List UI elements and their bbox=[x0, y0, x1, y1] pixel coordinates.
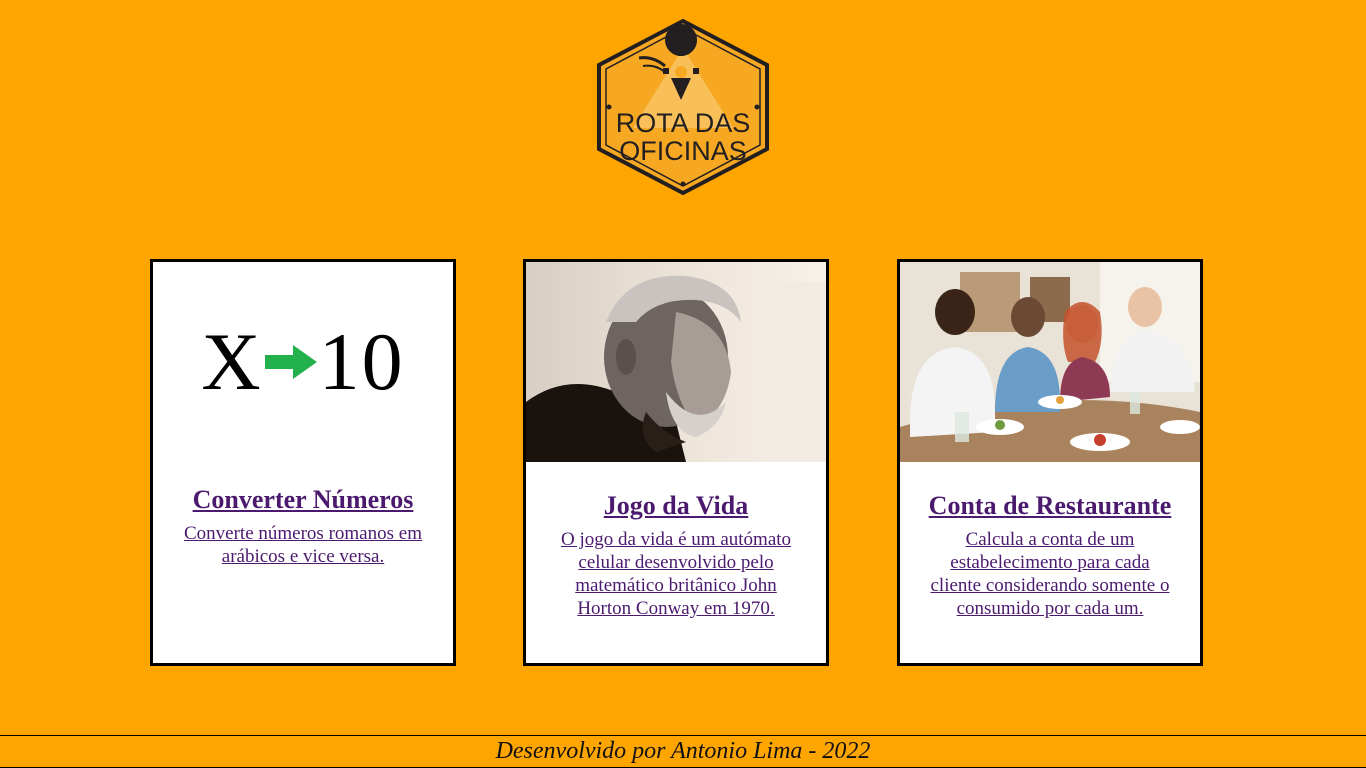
logo-line-2: OFICINAS bbox=[619, 136, 747, 166]
roman-to-arabic-graphic: X 10 bbox=[153, 262, 453, 462]
card-converter-numeros[interactable]: X 10 Converter Números Converte números … bbox=[150, 259, 456, 666]
converter-numeros-description-link[interactable]: Converte números romanos em arábicos e v… bbox=[177, 522, 429, 568]
jogo-da-vida-description-link[interactable]: O jogo da vida é um autómato celular des… bbox=[550, 528, 802, 620]
footer: Desenvolvido por Antonio Lima - 2022 bbox=[0, 735, 1366, 768]
converter-numeros-title-link[interactable]: Converter Números bbox=[153, 484, 453, 516]
card-jogo-da-vida[interactable]: Jogo da Vida O jogo da vida é um autómat… bbox=[523, 259, 829, 666]
arabic-number-10: 10 bbox=[318, 316, 405, 407]
rota-das-oficinas-logo: ROTA DAS OFICINAS bbox=[593, 18, 773, 196]
conta-restaurante-image-link[interactable] bbox=[900, 262, 1200, 462]
card-conta-de-restaurante[interactable]: Conta de Restaurante Calcula a conta de … bbox=[897, 259, 1203, 666]
jogo-da-vida-image-link[interactable] bbox=[526, 262, 826, 462]
conta-restaurante-description-link[interactable]: Calcula a conta de um estabelecimento pa… bbox=[924, 528, 1176, 620]
page: ROTA DAS OFICINAS X 10 Converter Números… bbox=[0, 0, 1366, 768]
conta-restaurante-title-link[interactable]: Conta de Restaurante bbox=[900, 490, 1200, 522]
footer-credit: Desenvolvido por Antonio Lima - 2022 bbox=[495, 738, 871, 764]
roman-numeral-x: X bbox=[201, 316, 263, 407]
portrait-photo bbox=[526, 262, 826, 462]
jogo-da-vida-title-link[interactable]: Jogo da Vida bbox=[526, 490, 826, 522]
logo-line-1: ROTA DAS bbox=[616, 108, 751, 138]
arrow-right-icon bbox=[264, 345, 317, 379]
converter-numeros-image-link[interactable]: X 10 bbox=[153, 262, 453, 462]
restaurant-group-photo bbox=[900, 262, 1200, 462]
